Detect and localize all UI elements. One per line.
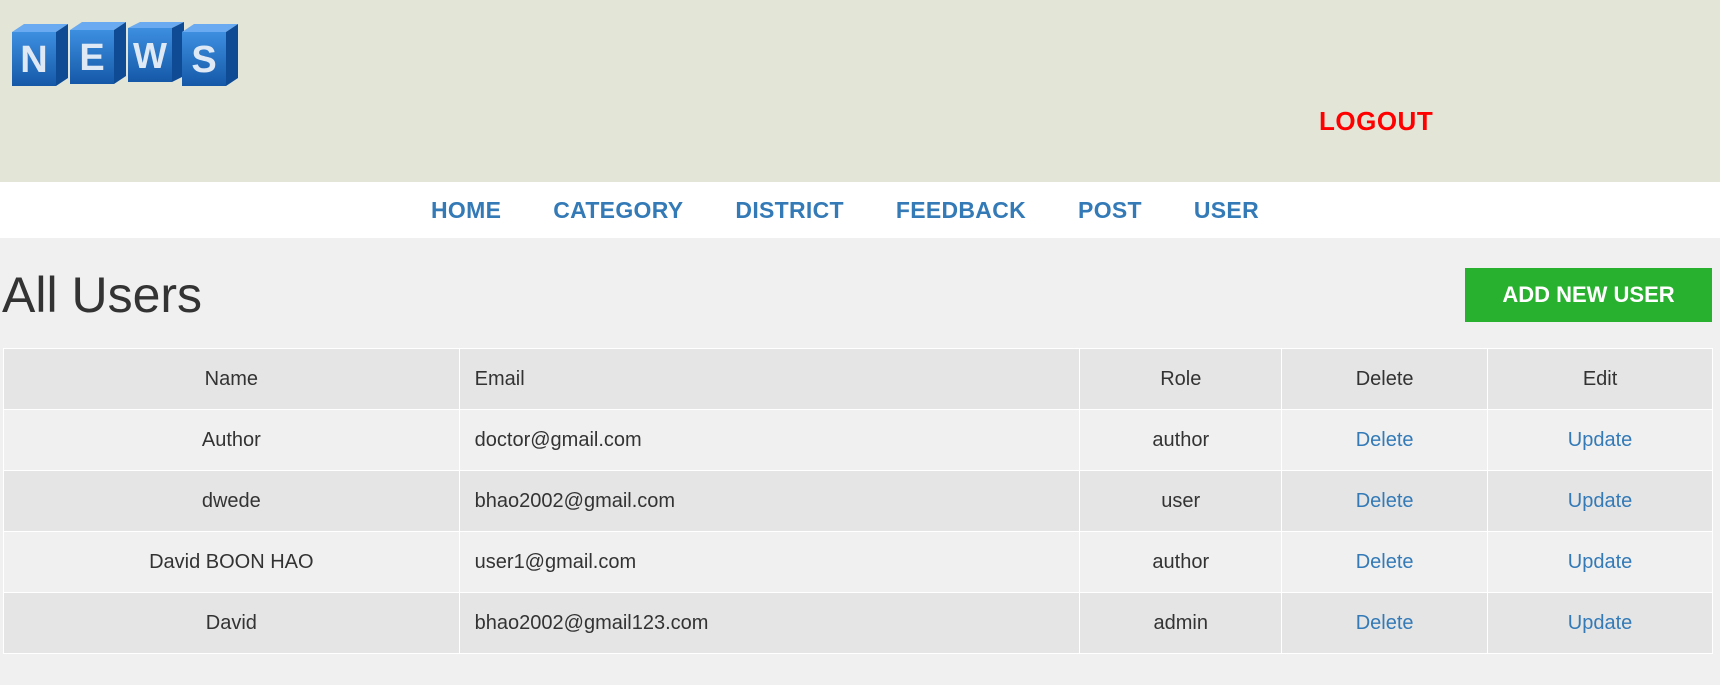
nav-post[interactable]: POST <box>1078 197 1142 224</box>
update-link[interactable]: Update <box>1568 429 1633 451</box>
add-new-user-button[interactable]: ADD NEW USER <box>1465 268 1712 322</box>
user-name: David <box>3 592 460 654</box>
logout-link[interactable]: LOGOUT <box>1319 106 1433 137</box>
news-logo[interactable]: N E W S <box>10 22 242 88</box>
update-link[interactable]: Update <box>1568 490 1633 512</box>
column-header-role: Role <box>1079 348 1283 410</box>
column-header-name: Name <box>3 348 460 410</box>
delete-link[interactable]: Delete <box>1356 490 1414 512</box>
user-email: user1@gmail.com <box>458 531 1081 593</box>
user-role: user <box>1079 470 1283 532</box>
nav-home[interactable]: HOME <box>431 197 501 224</box>
nav-feedback[interactable]: FEEDBACK <box>896 197 1026 224</box>
nav-district[interactable]: DISTRICT <box>735 197 843 224</box>
main-nav: HOME CATEGORY DISTRICT FEEDBACK POST USE… <box>0 182 1720 238</box>
table-row: Author doctor@gmail.com author Delete Up… <box>3 409 1713 471</box>
site-header: N E W S LOGOUT <box>0 0 1720 182</box>
delete-link[interactable]: Delete <box>1356 429 1414 451</box>
user-name: Author <box>3 409 460 471</box>
nav-category[interactable]: CATEGORY <box>553 197 683 224</box>
column-header-delete: Delete <box>1281 348 1489 410</box>
delete-link[interactable]: Delete <box>1356 551 1414 573</box>
table-row: dwede bhao2002@gmail.com user Delete Upd… <box>3 470 1713 532</box>
table-row: David bhao2002@gmail123.com admin Delete… <box>3 592 1713 654</box>
user-role: author <box>1079 531 1283 593</box>
users-table: Name Email Role Delete Edit Author docto… <box>3 348 1713 654</box>
user-role: admin <box>1079 592 1283 654</box>
column-header-edit: Edit <box>1487 348 1713 410</box>
update-link[interactable]: Update <box>1568 551 1633 573</box>
table-header-row: Name Email Role Delete Edit <box>3 348 1713 410</box>
logo-letter-w: W <box>133 35 167 76</box>
logo-letter-e: E <box>79 37 104 79</box>
user-email: doctor@gmail.com <box>458 409 1081 471</box>
user-email: bhao2002@gmail.com <box>458 470 1081 532</box>
user-name: David BOON HAO <box>3 531 460 593</box>
table-row: David BOON HAO user1@gmail.com author De… <box>3 531 1713 593</box>
delete-link[interactable]: Delete <box>1356 612 1414 634</box>
nav-user[interactable]: USER <box>1194 197 1259 224</box>
update-link[interactable]: Update <box>1568 612 1633 634</box>
logo-letter-s: S <box>191 39 216 81</box>
page-title: All Users <box>2 267 203 323</box>
user-name: dwede <box>3 470 460 532</box>
user-role: author <box>1079 409 1283 471</box>
user-email: bhao2002@gmail123.com <box>458 592 1081 654</box>
logo-letter-n: N <box>20 39 47 81</box>
column-header-email: Email <box>458 348 1081 410</box>
